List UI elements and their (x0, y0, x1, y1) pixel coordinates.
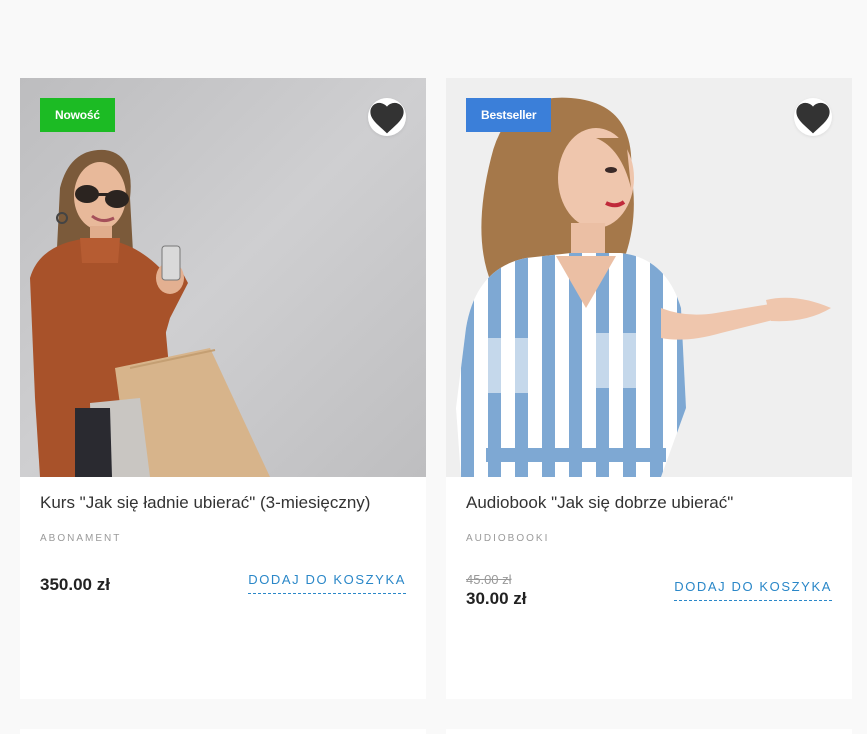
heart-icon (370, 102, 404, 133)
product-grid: Nowość Kurs "Jak się ładnie ubierać" (3-… (0, 0, 867, 734)
product-card[interactable]: Nowość Kurs "Jak się ładnie ubierać" (3-… (20, 78, 426, 699)
product-image[interactable]: Bestseller (446, 78, 852, 477)
heart-icon (796, 102, 830, 133)
product-category[interactable]: AUDIOBOOKI (466, 533, 549, 544)
product-card[interactable]: Bestseller Audiobook "Jak się dobrze ubi… (446, 78, 852, 699)
product-price: 30.00 zł (466, 589, 527, 608)
product-card-partial[interactable] (446, 729, 852, 734)
product-category[interactable]: ABONAMENT (40, 533, 121, 544)
product-title[interactable]: Kurs "Jak się ładnie ubierać" (3-miesięc… (40, 492, 406, 514)
product-card-partial[interactable] (20, 729, 426, 734)
add-to-cart-button[interactable]: DODAJ DO KOSZYKA (674, 579, 832, 601)
favorite-button[interactable] (794, 98, 832, 136)
new-badge: Nowość (40, 98, 115, 132)
favorite-button[interactable] (368, 98, 406, 136)
product-price: 350.00 zł (40, 575, 110, 594)
bestseller-badge: Bestseller (466, 98, 552, 132)
old-price: 45.00 zł (466, 572, 512, 587)
add-to-cart-button[interactable]: DODAJ DO KOSZYKA (248, 572, 406, 594)
product-image[interactable]: Nowość (20, 78, 426, 477)
product-title[interactable]: Audiobook "Jak się dobrze ubierać" (466, 492, 832, 514)
